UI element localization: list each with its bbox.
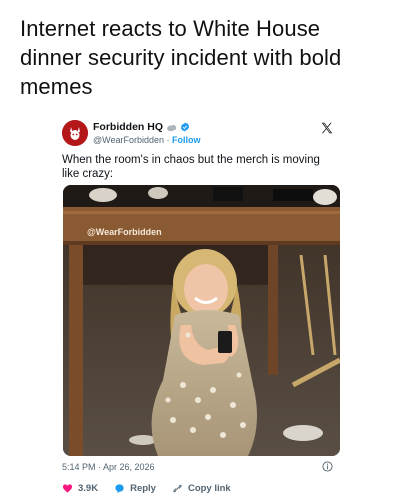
- heart-icon: [62, 484, 73, 493]
- tweet-timestamp[interactable]: 5:14 PM · Apr 26, 2026: [62, 462, 155, 472]
- avatar[interactable]: [62, 120, 88, 146]
- like-count: 3.9K: [78, 483, 99, 494]
- follow-link[interactable]: Follow: [172, 135, 201, 145]
- tweet-text: When the room's in chaos but the merch i…: [62, 154, 320, 180]
- author-handle[interactable]: @WearForbidden: [93, 135, 164, 145]
- link-icon: [173, 484, 182, 493]
- author-handle-row: @WearForbidden · Follow: [93, 135, 201, 145]
- author-name-row[interactable]: Forbidden HQ: [93, 121, 190, 133]
- copy-link-label: Copy link: [187, 483, 231, 494]
- reply-button[interactable]: Reply: [114, 483, 156, 494]
- hand-emoji-icon: [167, 124, 176, 131]
- verified-badge-icon: [180, 122, 190, 132]
- photo-watermark: @WearForbidden: [87, 227, 162, 237]
- author-display-name[interactable]: Forbidden HQ: [93, 121, 163, 133]
- copy-link-button[interactable]: Copy link: [172, 483, 231, 494]
- tweet-photo[interactable]: @WearForbidden: [63, 185, 340, 456]
- info-icon[interactable]: [322, 461, 333, 472]
- handle-separator: ·: [164, 135, 173, 145]
- embedded-tweet[interactable]: Forbidden HQ @WearForbidden · Follow Whe…: [56, 114, 344, 500]
- x-logo-icon[interactable]: [320, 121, 334, 135]
- like-button[interactable]: 3.9K: [62, 483, 98, 494]
- tweet-actions: 3.9K Reply Copy link: [62, 483, 247, 494]
- article-headline: Internet reacts to White House dinner se…: [20, 16, 342, 99]
- reply-label: Reply: [130, 483, 156, 494]
- reply-bubble-icon: [115, 484, 124, 494]
